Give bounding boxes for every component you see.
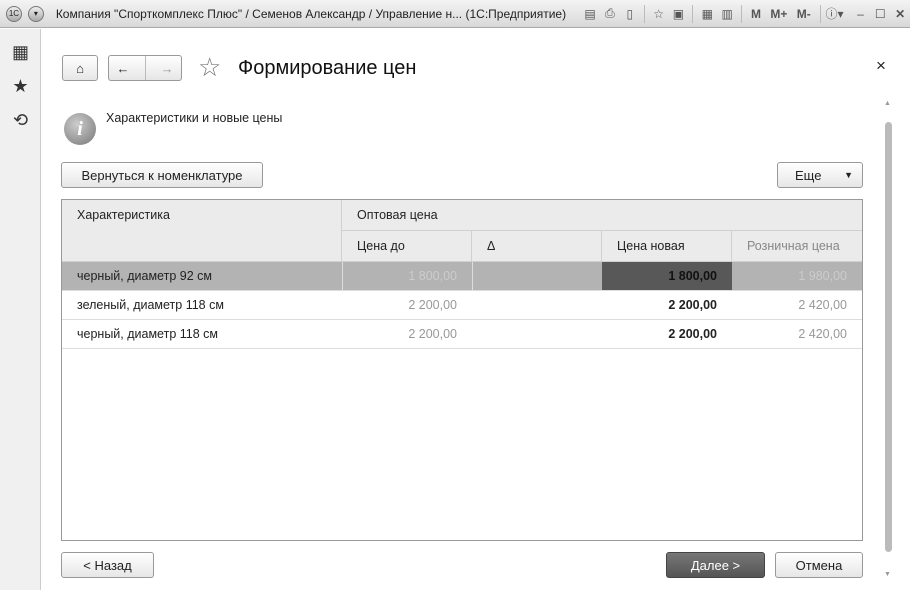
info-text: Характеристики и новые цены	[106, 111, 283, 125]
scrollbar-thumb[interactable]	[885, 122, 892, 552]
maximize-icon[interactable]: ☐	[870, 4, 890, 24]
scroll-up-icon[interactable]: ▲	[884, 100, 891, 107]
calendar-icon[interactable]: ▥	[717, 4, 737, 24]
info-menu-icon[interactable]: ⓘ▾	[825, 4, 845, 24]
page-title: Формирование цен	[238, 57, 417, 79]
sections-panel: ▦ ★ ⟲	[0, 29, 41, 590]
print-icon[interactable]: ⎙	[600, 4, 620, 24]
cell-price-before: 2 200,00	[408, 298, 457, 312]
memory-minus-button[interactable]: M-	[792, 4, 816, 24]
back-arrow-icon[interactable]: ←	[117, 61, 130, 76]
header-retail[interactable]: Розничная цена	[732, 231, 862, 262]
calculator-icon[interactable]: ▦	[697, 4, 717, 24]
forward-arrow-icon[interactable]: →	[161, 61, 174, 76]
close-form-button[interactable]: ×	[876, 56, 886, 76]
cancel-button[interactable]: Отмена	[775, 552, 863, 578]
header-price-new[interactable]: Цена новая	[602, 231, 732, 262]
cell-characteristic: зеленый, диаметр 118 см	[77, 298, 224, 312]
table-row[interactable]: зеленый, диаметр 118 см 2 200,00 2 200,0…	[62, 291, 862, 320]
sections-menu-icon[interactable]: ▦	[0, 35, 41, 69]
header-price-before[interactable]: Цена до	[342, 231, 472, 262]
favorites-add-icon[interactable]: ☆	[649, 4, 669, 24]
memory-plus-button[interactable]: M+	[766, 4, 792, 24]
cell-retail: 2 420,00	[798, 298, 847, 312]
cell-price-new[interactable]: 2 200,00	[602, 291, 732, 319]
vertical-scrollbar[interactable]: ▲ ▼	[883, 100, 893, 578]
favorite-star-icon[interactable]: ☆	[198, 52, 221, 83]
header-delta[interactable]: Δ	[472, 231, 602, 262]
cell-price-new[interactable]: 2 200,00	[602, 320, 732, 348]
table-row[interactable]: черный, диаметр 118 см 2 200,00 2 200,00…	[62, 320, 862, 349]
info-icon: i	[64, 113, 96, 145]
cell-delta[interactable]	[472, 291, 602, 319]
history-icon[interactable]: ⟲	[0, 103, 41, 137]
more-label: Еще	[795, 167, 822, 183]
back-button[interactable]: < Назад	[61, 552, 154, 578]
save-icon[interactable]: ▤	[580, 4, 600, 24]
app-logo-icon[interactable]: 1С	[6, 5, 22, 22]
main-menu-icon[interactable]: ▾	[27, 5, 44, 22]
cell-delta[interactable]	[472, 320, 602, 348]
home-icon: ⌂	[76, 60, 84, 76]
scroll-down-icon[interactable]: ▼	[884, 571, 891, 578]
minimize-icon[interactable]: –	[850, 4, 870, 24]
cell-price-before: 2 200,00	[408, 327, 457, 341]
cell-characteristic: черный, диаметр 92 см	[77, 269, 212, 283]
header-characteristic[interactable]: Характеристика	[62, 200, 342, 262]
cell-retail: 1 980,00	[798, 269, 847, 283]
back-to-nomenclature-button[interactable]: Вернуться к номенклатуре	[61, 162, 263, 188]
preview-icon[interactable]: ▯	[620, 4, 640, 24]
memory-m-button[interactable]: M	[746, 4, 766, 24]
bookmark-icon[interactable]: ▣	[669, 4, 689, 24]
table-row[interactable]: черный, диаметр 92 см 1 800,00 1 800,00 …	[62, 262, 862, 291]
cell-characteristic: черный, диаметр 118 см	[77, 327, 218, 341]
home-button[interactable]: ⌂	[62, 55, 98, 81]
prices-table: Характеристика Оптовая цена Цена до Δ Це…	[61, 199, 863, 541]
next-button[interactable]: Далее >	[666, 552, 765, 578]
dropdown-arrow-icon: ▼	[844, 170, 853, 180]
title-bar: 1С ▾ Компания "Спорткомплекс Плюс" / Сем…	[0, 0, 910, 28]
cell-price-before: 1 800,00	[342, 262, 472, 290]
more-button[interactable]: Еще ▼	[777, 162, 863, 188]
header-wholesale[interactable]: Оптовая цена	[342, 200, 862, 231]
window-title: Компания "Спорткомплекс Плюс" / Семенов …	[55, 6, 567, 21]
cell-price-new[interactable]: 1 800,00	[602, 262, 732, 290]
cell-delta[interactable]	[472, 262, 602, 290]
cell-retail: 2 420,00	[798, 327, 847, 341]
close-window-icon[interactable]: ✕	[890, 4, 910, 24]
nav-buttons: ← →	[108, 55, 182, 81]
favorites-icon[interactable]: ★	[0, 69, 41, 103]
